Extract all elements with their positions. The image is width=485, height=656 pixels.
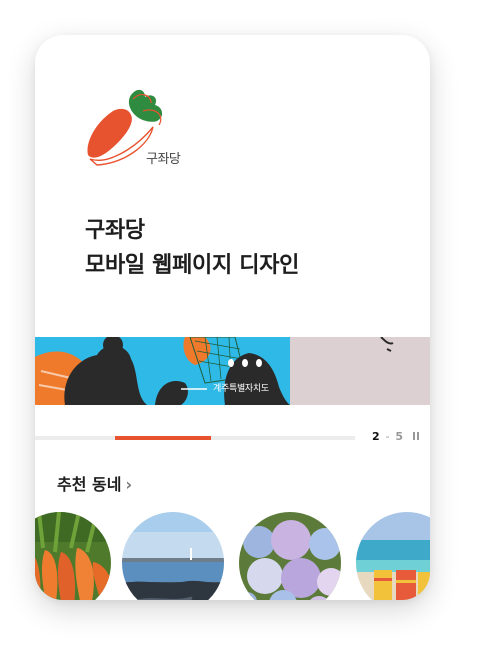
page-background: 구좌당 구좌당 모바일 웹페이지 디자인 계주특별자치도 2 - 5 추천 동네… xyxy=(0,0,485,656)
banner-illustration xyxy=(35,337,430,405)
chevron-right-icon: › xyxy=(125,475,133,494)
pager-total: 5 xyxy=(395,430,403,443)
logo-text: 구좌당 xyxy=(146,152,181,167)
pager-separator: - xyxy=(385,430,390,443)
banner-caption: 계주특별자치도 xyxy=(213,384,269,394)
brand-logo[interactable]: 구좌당 xyxy=(85,85,195,175)
sea-coast-image xyxy=(122,512,224,600)
slider-pager: 2 - 5 xyxy=(372,430,419,443)
thumbnail-beach-chairs[interactable] xyxy=(356,512,430,600)
headline-line-1: 구좌당 xyxy=(85,218,145,243)
slider-progress-fill xyxy=(115,436,211,440)
recommended-neighborhood-link[interactable]: 추천 동네 › xyxy=(57,471,132,495)
neighborhood-thumbnails xyxy=(35,512,430,600)
hero-banner[interactable]: 계주특별자치도 xyxy=(35,337,430,405)
thumbnail-carrots[interactable] xyxy=(35,512,111,600)
carrots-image xyxy=(35,512,111,600)
thumbnail-sea-coast[interactable] xyxy=(122,512,224,600)
headline: 구좌당 모바일 웹페이지 디자인 xyxy=(85,213,299,283)
mobile-card: 구좌당 구좌당 모바일 웹페이지 디자인 계주특별자치도 2 - 5 추천 동네… xyxy=(35,35,430,600)
pause-icon[interactable] xyxy=(412,432,419,440)
section-title: 추천 동네 xyxy=(57,475,122,494)
headline-line-2: 모바일 웹페이지 디자인 xyxy=(85,253,300,278)
slider-progress-track xyxy=(35,436,355,440)
hydrangea-image xyxy=(239,512,341,600)
pager-current: 2 xyxy=(372,430,380,443)
thumbnail-hydrangea[interactable] xyxy=(239,512,341,600)
beach-chairs-image xyxy=(356,512,430,600)
